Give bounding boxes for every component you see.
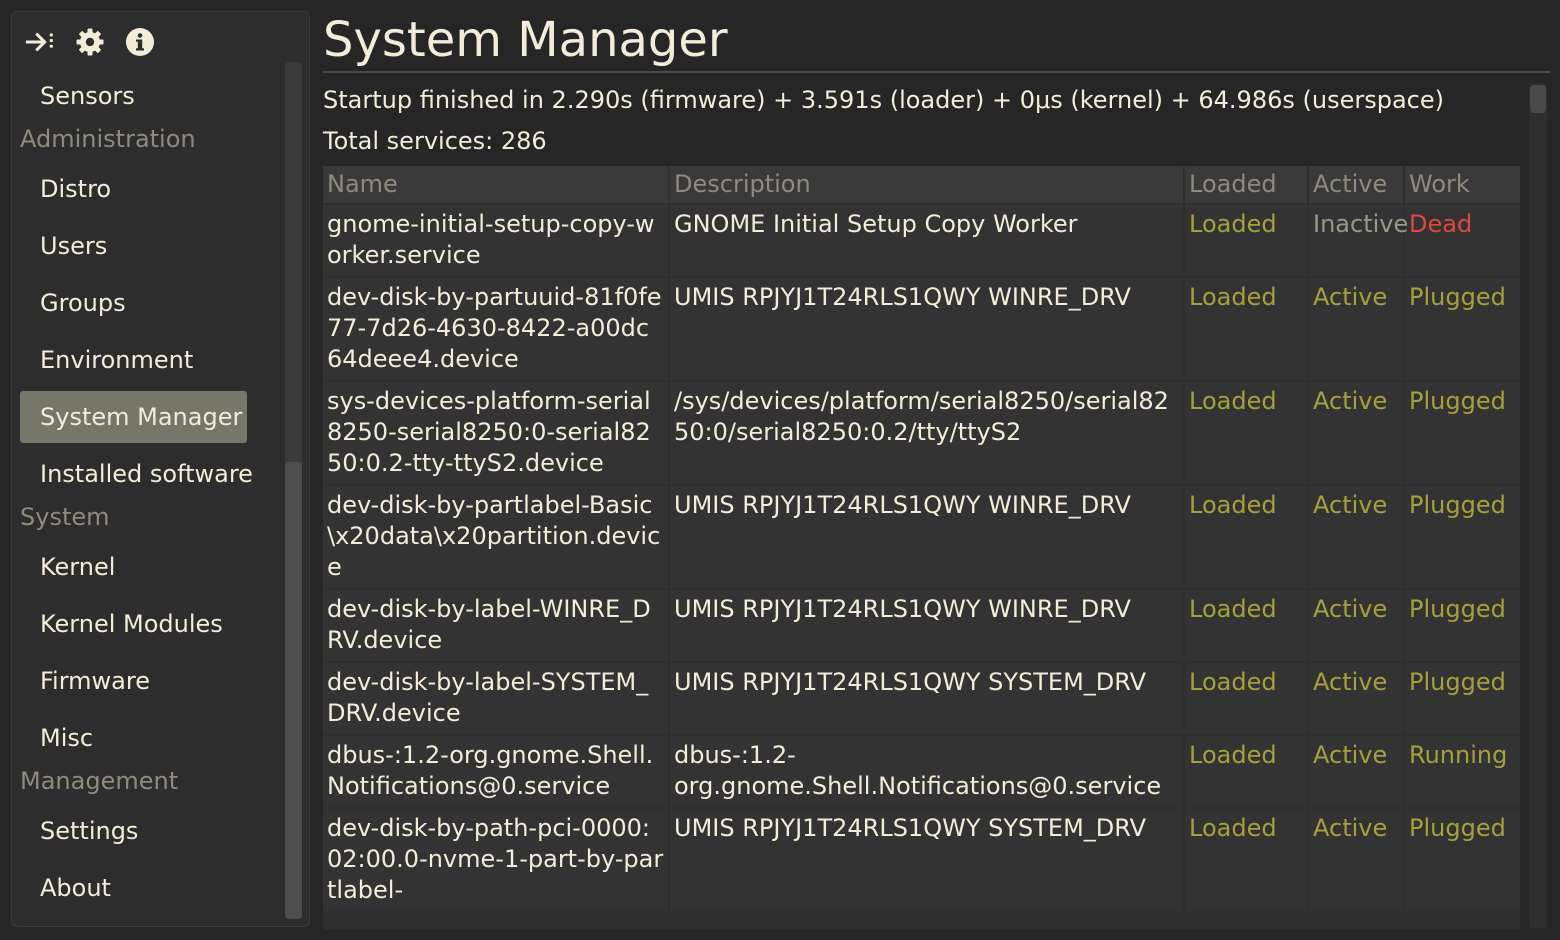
service-description: UMIS RPJYJ1T24RLS1QWY SYSTEM_DRV xyxy=(670,809,1183,911)
column-header-loaded[interactable]: Loaded xyxy=(1185,166,1307,203)
sidebar-scrollbar[interactable] xyxy=(285,62,302,919)
service-name: dbus-:1.2-org.gnome.Shell.Notifications@… xyxy=(323,736,668,807)
service-name: dev-disk-by-label-WINRE_DRV.device xyxy=(323,590,668,661)
table-row[interactable]: sys-devices-platform-serial8250-serial82… xyxy=(323,382,1520,484)
service-name: gnome-initial-setup-copy-worker.service xyxy=(323,205,668,276)
services-table-container: Name Description Loaded Active Work gnom… xyxy=(323,166,1520,930)
total-services: Total services: 286 xyxy=(323,127,547,155)
sidebar-section-management: Management xyxy=(20,767,179,795)
gear-icon[interactable] xyxy=(74,26,106,58)
page-title: System Manager xyxy=(323,12,728,68)
service-work: Plugged xyxy=(1405,486,1520,588)
service-active: Active xyxy=(1309,590,1403,661)
service-name: dev-disk-by-path-pci-0000:02:00.0-nvme-1… xyxy=(323,809,668,911)
sidebar-item-system-manager[interactable]: System Manager xyxy=(20,391,247,443)
service-name: sys-devices-platform-serial8250-serial82… xyxy=(323,382,668,484)
service-active: Active xyxy=(1309,382,1403,484)
sidebar-item-users[interactable]: Users xyxy=(20,220,227,272)
service-description: UMIS RPJYJ1T24RLS1QWY SYSTEM_DRV xyxy=(670,663,1183,734)
service-loaded: Loaded xyxy=(1185,663,1307,734)
service-active: Active xyxy=(1309,278,1403,380)
service-name: dev-disk-by-label-SYSTEM_DRV.device xyxy=(323,663,668,734)
sidebar-item-firmware[interactable]: Firmware xyxy=(20,655,227,707)
main-panel: System Manager Startup finished in 2.290… xyxy=(323,0,1550,940)
sidebar-item-about[interactable]: About xyxy=(20,862,227,914)
sidebar-scrollbar-thumb[interactable] xyxy=(285,462,302,919)
sidebar-item-kernel[interactable]: Kernel xyxy=(20,541,227,593)
service-loaded: Loaded xyxy=(1185,205,1307,276)
table-row[interactable]: dev-disk-by-path-pci-0000:02:00.0-nvme-1… xyxy=(323,809,1520,911)
service-active: Active xyxy=(1309,663,1403,734)
service-loaded: Loaded xyxy=(1185,382,1307,484)
service-active: Active xyxy=(1309,736,1403,807)
service-active: Inactive xyxy=(1309,205,1408,276)
service-loaded: Loaded xyxy=(1185,486,1307,588)
table-header-row: Name Description Loaded Active Work xyxy=(323,166,1520,203)
sidebar-item-kernel-modules[interactable]: Kernel Modules xyxy=(20,598,227,650)
table-row[interactable]: dbus-:1.2-org.gnome.Shell.Notifications@… xyxy=(323,736,1520,807)
service-loaded: Loaded xyxy=(1185,736,1307,807)
table-row[interactable]: dev-disk-by-label-WINRE_DRV.device UMIS … xyxy=(323,590,1520,661)
service-active: Active xyxy=(1309,809,1403,911)
table-row[interactable]: dev-disk-by-partuuid-81f0fe77-7d26-4630-… xyxy=(323,278,1520,380)
service-name: dev-disk-by-partuuid-81f0fe77-7d26-4630-… xyxy=(323,278,668,380)
table-row[interactable]: dev-disk-by-label-SYSTEM_DRV.device UMIS… xyxy=(323,663,1520,734)
sidebar: Sensors Administration Distro Users Grou… xyxy=(11,11,310,927)
service-loaded: Loaded xyxy=(1185,278,1307,380)
service-work: Running xyxy=(1405,736,1520,807)
service-work: Plugged xyxy=(1405,382,1520,484)
service-description: UMIS RPJYJ1T24RLS1QWY WINRE_DRV xyxy=(670,590,1183,661)
title-divider xyxy=(323,71,1550,73)
sidebar-section-system: System xyxy=(20,503,110,531)
sidebar-item-distro[interactable]: Distro xyxy=(20,163,227,215)
service-description: GNOME Initial Setup Copy Worker xyxy=(670,205,1183,276)
service-description: UMIS RPJYJ1T24RLS1QWY WINRE_DRV xyxy=(670,278,1183,380)
service-loaded: Loaded xyxy=(1185,809,1307,911)
service-description: UMIS RPJYJ1T24RLS1QWY WINRE_DRV xyxy=(670,486,1183,588)
sidebar-item-settings[interactable]: Settings xyxy=(20,805,227,857)
info-icon[interactable] xyxy=(124,26,156,58)
column-header-description[interactable]: Description xyxy=(670,166,1183,203)
table-row[interactable]: dev-disk-by-partlabel-Basic\x20data\x20p… xyxy=(323,486,1520,588)
column-header-work[interactable]: Work xyxy=(1405,166,1520,203)
services-table: Name Description Loaded Active Work gnom… xyxy=(323,166,1520,913)
login-arrow-icon[interactable] xyxy=(24,26,56,58)
service-work: Plugged xyxy=(1405,809,1520,911)
startup-summary: Startup finished in 2.290s (firmware) + … xyxy=(323,86,1444,114)
service-work: Plugged xyxy=(1405,663,1520,734)
column-header-name[interactable]: Name xyxy=(323,166,668,203)
sidebar-item-environment[interactable]: Environment xyxy=(20,334,227,386)
service-work: Dead xyxy=(1405,205,1520,276)
service-name: dev-disk-by-partlabel-Basic\x20data\x20p… xyxy=(323,486,668,588)
service-active: Active xyxy=(1309,486,1403,588)
column-header-active[interactable]: Active xyxy=(1309,166,1403,203)
table-scrollbar-thumb[interactable] xyxy=(1530,85,1546,113)
service-description: /sys/devices/platform/serial8250/serial8… xyxy=(670,382,1183,484)
table-row[interactable]: gnome-initial-setup-copy-worker.service … xyxy=(323,205,1520,276)
service-work: Plugged xyxy=(1405,278,1520,380)
sidebar-nav: Sensors Administration Distro Users Grou… xyxy=(20,78,282,919)
sidebar-item-groups[interactable]: Groups xyxy=(20,277,227,329)
service-description: dbus-:1.2-org.gnome.Shell.Notifications@… xyxy=(670,736,1183,807)
service-work: Plugged xyxy=(1405,590,1520,661)
sidebar-section-administration: Administration xyxy=(20,125,196,153)
service-loaded: Loaded xyxy=(1185,590,1307,661)
sidebar-toolbar xyxy=(24,26,156,58)
table-scrollbar[interactable] xyxy=(1529,83,1547,928)
